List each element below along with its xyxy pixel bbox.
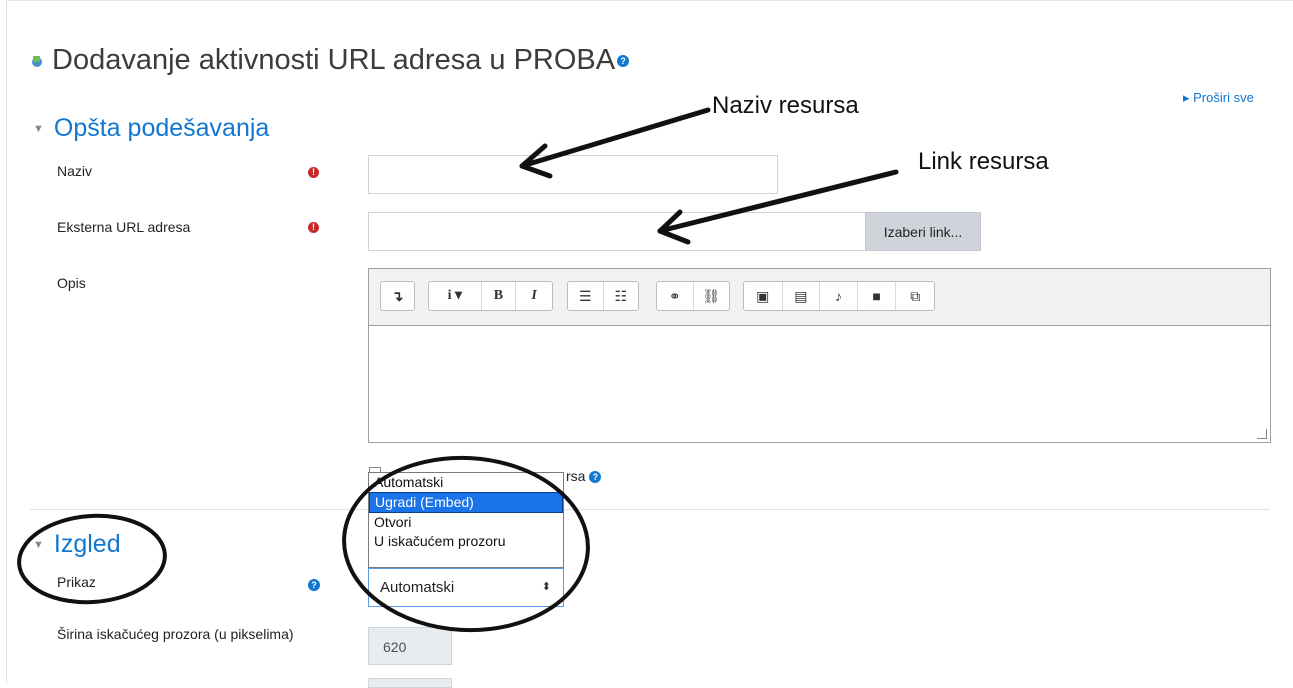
arrow-naziv-icon	[519, 107, 711, 179]
arrow-link-icon	[657, 169, 899, 245]
circle-dropdown-icon	[342, 455, 590, 633]
annotation-overlay	[17, 107, 899, 633]
circle-izgled-icon	[17, 513, 167, 605]
